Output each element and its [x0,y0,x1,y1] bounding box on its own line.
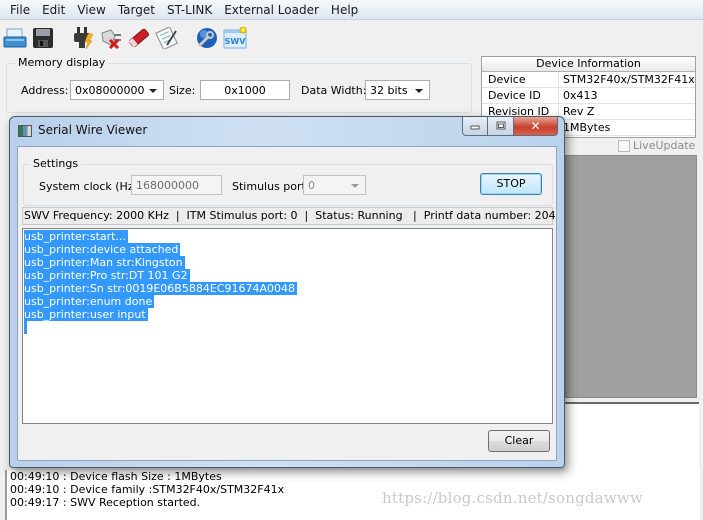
address-combo[interactable]: 0x08000000 [70,80,164,100]
address-label: Address: [21,84,69,97]
menu-bar: File Edit View Target ST-LINK External L… [0,0,703,20]
data-width-value: 32 bits [370,83,408,97]
swv-icon: SWV [223,27,247,49]
caption-buttons: ✕ [462,117,558,136]
stimulus-port-value: 0 [308,178,315,192]
settings-button[interactable] [194,25,220,51]
minimize-button[interactable] [462,117,488,136]
stimulus-port-combo[interactable]: 0 [303,175,366,195]
data-width-label: Data Width: [301,84,367,97]
address-value: 0x08000000 [75,83,145,97]
stimulus-port-label: Stimulus port: [232,180,310,193]
memory-display-title: Memory display [15,56,109,69]
menu-help[interactable]: Help [325,3,364,17]
menu-view[interactable]: View [71,3,111,17]
erase-icon [128,28,149,48]
connect-button[interactable] [70,25,96,51]
minimize-icon [470,125,480,130]
menu-st-link[interactable]: ST-LINK [161,3,218,17]
clear-button[interactable]: Clear [488,430,550,452]
close-button[interactable]: ✕ [514,117,558,136]
output-line: usb_printer:start... [24,230,128,243]
menu-edit[interactable]: Edit [36,3,71,17]
menu-target[interactable]: Target [112,3,161,17]
output-line: usb_printer:Pro str:DT 101 G2 [24,269,190,282]
size-value: 0x1000 [224,83,266,97]
chevron-down-icon [415,89,423,93]
window-title: Serial Wire Viewer [38,123,148,137]
program-verify-icon [155,27,178,49]
output-line: usb_printer:Sn str:0019E06B5884EC91674A0… [24,282,297,295]
watermark: https://blog.csdn.net/songdawww [382,489,643,507]
memory-view-panel [565,155,697,398]
device-info-value: STM32F40x/STM32F41x [563,73,695,86]
table-row: Device ID 0x413 [482,88,695,104]
close-icon: ✕ [530,119,541,133]
serial-wire-viewer-window: Serial Wire Viewer ✕ Settings System clo… [9,116,565,468]
output-line: usb_printer:Man str:Kingston [24,256,185,269]
output-line: usb_printer:device attached [24,243,181,256]
device-info-key: Device ID [482,88,559,103]
settings-icon [197,28,217,48]
device-information-header: Device Information [482,57,695,72]
erase-button[interactable] [126,25,152,51]
menu-file[interactable]: File [4,3,36,17]
swv-client-area: Settings System clock (Hz): 168000000 St… [17,146,557,461]
device-info-key: Device [482,72,559,87]
disconnect-icon [101,29,121,49]
system-clock-label: System clock (Hz): [39,180,142,193]
program-verify-button[interactable] [154,25,180,51]
log-panel-right [565,402,699,472]
device-info-value: 0x413 [563,89,598,102]
connect-icon [74,27,94,50]
text-caret [24,321,551,337]
device-info-value: 1MBytes [563,121,611,134]
system-clock-input[interactable]: 168000000 [131,175,222,195]
size-label: Size: [169,84,196,97]
data-width-combo[interactable]: 32 bits [365,80,430,100]
menu-external-loader[interactable]: External Loader [218,3,325,17]
maximize-icon [496,121,505,130]
table-row: Device STM32F40x/STM32F41x [482,72,695,88]
chevron-down-icon [149,89,157,93]
settings-title: Settings [30,157,82,170]
maximize-button[interactable] [488,117,514,136]
swv-status-bar: SWV Frequency: 2000 KHz | ITM Stimulus p… [22,207,556,225]
chevron-down-icon [351,184,359,188]
live-update-checkbox[interactable]: LiveUpdate [618,139,695,152]
swv-output-textarea[interactable]: usb_printer:start... usb_printer:device … [22,228,553,424]
log-line: 00:49:10 : Device flash Size : 1MBytes [10,470,222,483]
system-clock-value: 168000000 [136,178,199,192]
output-line: usb_printer:user input [24,308,148,321]
open-file-button[interactable] [2,25,28,51]
save-icon [33,28,53,48]
save-button[interactable] [30,25,56,51]
stop-button[interactable]: STOP [480,173,542,195]
size-input[interactable]: 0x1000 [200,80,290,100]
swv-button[interactable]: SWV [222,25,248,51]
toolbar: SWV [0,22,703,54]
checkbox-box[interactable] [618,139,630,152]
live-update-label: LiveUpdate [633,139,696,152]
output-line: usb_printer:enum done [24,295,155,308]
device-info-value: Rev Z [563,105,595,118]
disconnect-button[interactable] [98,25,124,51]
svg-text:SWV: SWV [225,37,247,46]
app-icon [18,125,32,137]
open-icon [3,28,27,48]
